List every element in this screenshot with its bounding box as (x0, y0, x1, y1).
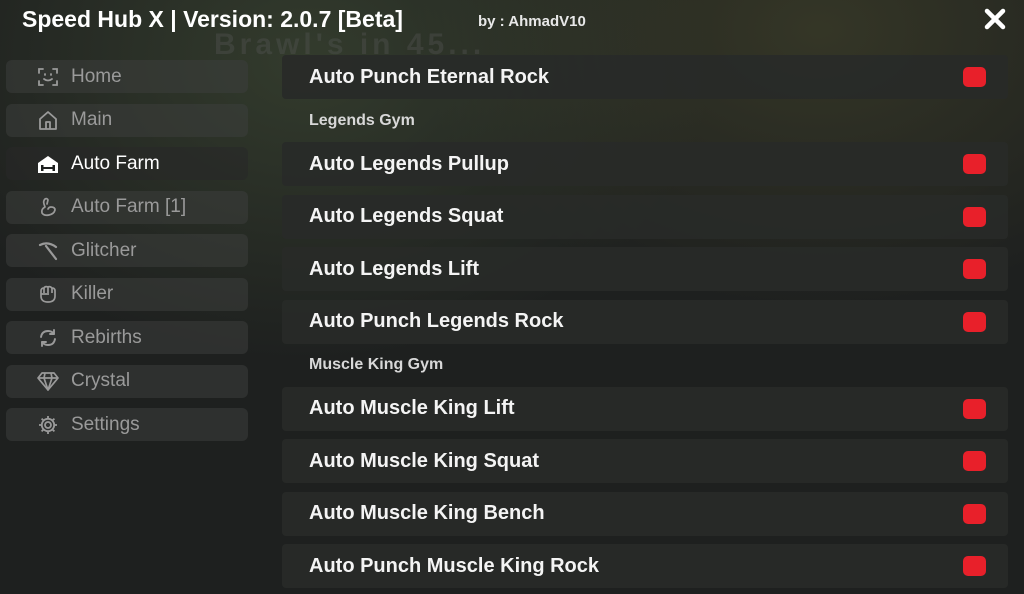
sidebar-item-label: Main (71, 109, 113, 130)
sidebar-item-label: Glitcher (71, 239, 137, 261)
sidebar-item-auto-farm-1[interactable]: Auto Farm [1] (6, 190, 248, 224)
toggle-switch-off[interactable] (963, 259, 986, 279)
toggle-switch-off[interactable] (963, 206, 986, 227)
sidebar-nav: Home Main Auto Farm Auto Farm [1] Glitch… (6, 60, 248, 452)
toggle-label: Auto Legends Lift (309, 257, 479, 280)
house-icon (36, 108, 60, 132)
close-icon (984, 8, 1006, 30)
sidebar-item-settings[interactable]: Settings (6, 408, 248, 441)
sidebar-item-main[interactable]: Main (6, 103, 248, 137)
sidebar-item-label: Killer (71, 283, 114, 304)
sidebar-item-label: Auto Farm [1] (71, 196, 187, 217)
refresh-icon (36, 326, 60, 350)
toggle-switch-off[interactable] (963, 154, 986, 174)
close-button[interactable] (982, 6, 1008, 32)
toggle-label: Auto Punch Muscle King Rock (309, 554, 600, 577)
toggle-label: Auto Muscle King Squat (309, 449, 539, 472)
sidebar-item-label: Auto Farm (71, 152, 160, 174)
gear-icon (36, 413, 60, 437)
toggle-switch-off[interactable] (963, 503, 986, 524)
pickaxe-icon (36, 239, 60, 263)
sidebar-item-glitcher[interactable]: Glitcher (6, 234, 248, 267)
toggle-label: Auto Muscle King Bench (309, 502, 545, 524)
toggle-label: Auto Punch Eternal Rock (309, 65, 550, 88)
speed-hub-window: Brawl's in 45... Speed Hub X | Version: … (0, 0, 1024, 594)
sidebar-item-killer[interactable]: Killer (6, 277, 248, 311)
sidebar-item-label: Rebirths (71, 326, 142, 348)
section-header-muscle-king-gym: Muscle King Gym (282, 352, 1008, 378)
toggle-auto-legends-lift[interactable]: Auto Legends Lift (282, 247, 1008, 291)
toggle-label: Auto Punch Legends Rock (309, 310, 564, 332)
sidebar-item-label: Settings (71, 413, 140, 435)
toggle-auto-muscle-king-bench[interactable]: Auto Muscle King Bench (282, 491, 1008, 536)
toggle-auto-punch-muscle-king-rock[interactable]: Auto Punch Muscle King Rock (282, 544, 1008, 588)
section-label: Legends Gym (309, 111, 415, 129)
sidebar-item-auto-farm[interactable]: Auto Farm (6, 147, 248, 180)
sidebar-item-rebirths[interactable]: Rebirths (6, 321, 248, 354)
flex-arm-icon (36, 195, 60, 219)
fist-icon (36, 282, 60, 306)
author-label: by : AhmadV10 (478, 13, 586, 30)
toggle-auto-legends-pullup[interactable]: Auto Legends Pullup (282, 142, 1008, 186)
toggle-auto-punch-legends-rock[interactable]: Auto Punch Legends Rock (282, 299, 1008, 344)
toggle-switch-off[interactable] (963, 398, 986, 419)
auto-farm-panel: Auto Punch Eternal Rock Legends Gym Auto… (282, 55, 1008, 594)
toggle-switch-off[interactable] (963, 67, 986, 87)
diamond-icon (36, 369, 60, 393)
toggle-switch-off[interactable] (963, 556, 986, 576)
toggle-auto-punch-eternal-rock[interactable]: Auto Punch Eternal Rock (282, 55, 1008, 99)
toggle-auto-legends-squat[interactable]: Auto Legends Squat (282, 194, 1008, 239)
window-title: Speed Hub X | Version: 2.0.7 [Beta] (22, 6, 403, 32)
toggle-label: Auto Muscle King Lift (309, 397, 515, 419)
toggle-label: Auto Legends Squat (309, 205, 504, 227)
section-header-legends-gym: Legends Gym (282, 108, 1008, 134)
toggle-auto-muscle-king-squat[interactable]: Auto Muscle King Squat (282, 439, 1008, 483)
toggle-auto-muscle-king-lift[interactable]: Auto Muscle King Lift (282, 386, 1008, 431)
section-label: Muscle King Gym (309, 356, 444, 373)
sidebar-item-home[interactable]: Home (6, 60, 248, 93)
toggle-label: Auto Legends Pullup (309, 152, 509, 175)
toggle-switch-off[interactable] (963, 451, 986, 471)
face-scan-icon (36, 65, 60, 89)
toggle-switch-off[interactable] (963, 311, 986, 332)
dumbbell-house-icon (36, 152, 60, 176)
sidebar-item-crystal[interactable]: Crystal (6, 364, 248, 398)
title-bar: Speed Hub X | Version: 2.0.7 [Beta] by :… (0, 0, 1024, 40)
sidebar-item-label: Crystal (71, 370, 131, 391)
sidebar-item-label: Home (71, 65, 122, 87)
